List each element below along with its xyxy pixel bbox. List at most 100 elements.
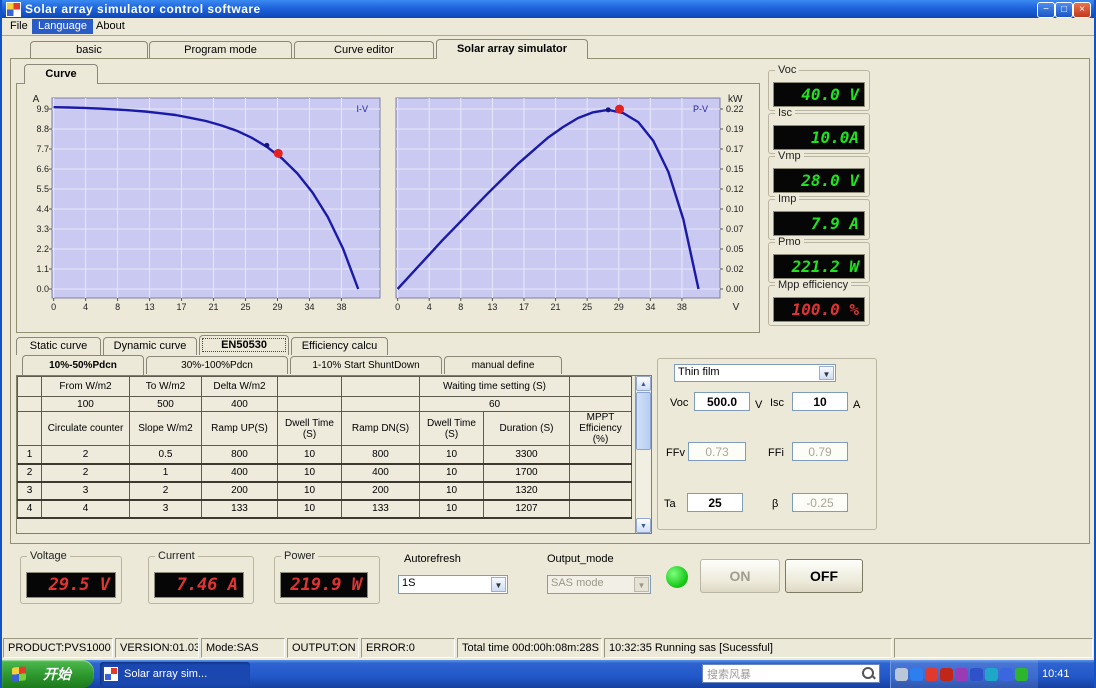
table-cell[interactable]: 10 bbox=[419, 445, 484, 465]
menu-language[interactable]: Language bbox=[32, 19, 93, 34]
close-button[interactable]: × bbox=[1073, 2, 1091, 18]
subtab-manual-define[interactable]: manual define bbox=[444, 356, 562, 374]
table-cell[interactable]: 400 bbox=[201, 396, 278, 412]
start-label: 开始 bbox=[43, 666, 71, 682]
row-index[interactable]: 2 bbox=[17, 463, 42, 483]
table-cell[interactable] bbox=[341, 396, 420, 412]
on-button[interactable]: ON bbox=[700, 559, 780, 593]
tab-solar-array-simulator[interactable]: Solar array simulator bbox=[436, 39, 588, 59]
ta-input[interactable] bbox=[687, 493, 743, 512]
menu-about[interactable]: About bbox=[90, 19, 131, 34]
pv-model-select[interactable]: Thin film ▼ bbox=[674, 364, 836, 382]
table-cell[interactable]: 10 bbox=[277, 499, 342, 519]
tab-static-curve[interactable]: Static curve bbox=[16, 337, 101, 355]
table-cell[interactable]: 400 bbox=[341, 463, 420, 483]
start-button[interactable]: 开始 bbox=[2, 660, 94, 688]
table-cell[interactable]: 800 bbox=[341, 445, 420, 465]
table-cell[interactable]: 10 bbox=[277, 463, 342, 483]
x-tick-label: 8 bbox=[458, 302, 463, 312]
table-cell[interactable]: 200 bbox=[341, 481, 420, 501]
tray-icon-5[interactable] bbox=[955, 667, 968, 681]
chevron-down-icon[interactable]: ▼ bbox=[491, 577, 506, 592]
table-cell[interactable]: 10 bbox=[419, 499, 484, 519]
table-cell[interactable]: 2 bbox=[41, 463, 130, 483]
table-row: Circulate counter Slope W/m2 Ramp UP(S) Dwe… bbox=[17, 411, 632, 446]
voc-input-label: Voc bbox=[670, 397, 689, 409]
scroll-up-arrow[interactable]: ▲ bbox=[636, 376, 651, 391]
table-cell[interactable] bbox=[569, 499, 632, 519]
y-tick-label: 0.10 bbox=[726, 204, 744, 214]
tray-icon-3[interactable] bbox=[925, 667, 938, 681]
table-cell[interactable]: 1320 bbox=[483, 481, 570, 501]
search-input[interactable] bbox=[702, 664, 880, 683]
menu-file[interactable]: File bbox=[4, 19, 34, 34]
table-cell[interactable]: 200 bbox=[201, 481, 278, 501]
minimize-button[interactable]: − bbox=[1037, 2, 1055, 18]
autorefresh-select[interactable]: 1S ▼ bbox=[398, 575, 508, 594]
subtab-30-100-pdcn[interactable]: 30%-100%Pdcn bbox=[146, 356, 288, 374]
table-cell[interactable]: 10 bbox=[419, 481, 484, 501]
tray-icon-8[interactable] bbox=[1000, 667, 1013, 681]
beta-input bbox=[792, 493, 848, 512]
table-cell[interactable]: 3300 bbox=[483, 445, 570, 465]
table-cell[interactable]: 60 bbox=[419, 396, 570, 412]
chevron-down-icon[interactable]: ▼ bbox=[819, 366, 834, 380]
table-cell[interactable]: 10 bbox=[277, 481, 342, 501]
taskbar-app-button[interactable]: Solar array sim... bbox=[100, 662, 250, 686]
table-cell[interactable]: 2 bbox=[41, 445, 130, 465]
subtab-10-50-pdcn[interactable]: 10%-50%Pdcn bbox=[22, 355, 144, 375]
tab-curve[interactable]: Curve bbox=[24, 64, 98, 84]
tab-en50530[interactable]: EN50530 bbox=[199, 335, 289, 355]
tab-program-mode[interactable]: Program mode bbox=[149, 41, 292, 59]
voc-input[interactable] bbox=[694, 392, 750, 411]
table-cell[interactable]: 10 bbox=[419, 463, 484, 483]
scrollbar-thumb[interactable] bbox=[636, 392, 651, 450]
tray-icon-2[interactable] bbox=[910, 667, 923, 681]
table-cell[interactable]: 0.5 bbox=[129, 445, 202, 465]
table-cell[interactable]: 2 bbox=[129, 481, 202, 501]
tray-icon-6[interactable] bbox=[970, 667, 983, 681]
isc-input[interactable] bbox=[792, 392, 848, 411]
search-icon[interactable] bbox=[860, 666, 876, 681]
tab-dynamic-curve[interactable]: Dynamic curve bbox=[103, 337, 197, 355]
table-cell[interactable] bbox=[277, 396, 342, 412]
tab-basic[interactable]: basic bbox=[30, 41, 148, 59]
row-index[interactable]: 3 bbox=[17, 481, 42, 501]
en50530-table: From W/m2 To W/m2 Delta W/m2 Waiting time s… bbox=[16, 375, 652, 534]
table-cell[interactable]: 800 bbox=[201, 445, 278, 465]
table-scrollbar[interactable]: ▲ ▼ bbox=[635, 376, 651, 533]
table-cell[interactable]: 400 bbox=[201, 463, 278, 483]
tray-icon-4[interactable] bbox=[940, 667, 953, 681]
row-index[interactable]: 1 bbox=[17, 445, 42, 465]
pmo-display: 221.2 W bbox=[773, 254, 865, 279]
table-cell[interactable] bbox=[17, 396, 42, 412]
table-cell[interactable]: 1700 bbox=[483, 463, 570, 483]
subtab-1-10-start-shuntdown[interactable]: 1-10% Start ShuntDown bbox=[290, 356, 442, 374]
table-cell[interactable]: 1207 bbox=[483, 499, 570, 519]
scroll-down-arrow[interactable]: ▼ bbox=[636, 518, 651, 533]
off-button[interactable]: OFF bbox=[785, 559, 863, 593]
tab-efficiency-calcu[interactable]: Efficiency calcu bbox=[291, 337, 388, 355]
table-cell[interactable]: 4 bbox=[41, 499, 130, 519]
row-index[interactable]: 4 bbox=[17, 499, 42, 519]
table-cell[interactable] bbox=[569, 481, 632, 501]
table-cell[interactable]: 3 bbox=[129, 499, 202, 519]
table-header-cell bbox=[277, 376, 342, 397]
titlebar[interactable]: Solar array simulator control software −… bbox=[2, 0, 1094, 18]
table-cell[interactable]: 133 bbox=[201, 499, 278, 519]
table-cell[interactable] bbox=[569, 463, 632, 483]
table-cell[interactable]: 100 bbox=[41, 396, 130, 412]
x-tick-label: 25 bbox=[582, 302, 592, 312]
maximize-button[interactable]: □ bbox=[1055, 2, 1073, 18]
tray-icon-9[interactable] bbox=[1015, 667, 1028, 681]
table-cell[interactable]: 1 bbox=[129, 463, 202, 483]
table-cell[interactable]: 500 bbox=[129, 396, 202, 412]
table-cell[interactable]: 133 bbox=[341, 499, 420, 519]
tray-icon-7[interactable] bbox=[985, 667, 998, 681]
table-cell[interactable]: 3 bbox=[41, 481, 130, 501]
table-cell[interactable]: 10 bbox=[277, 445, 342, 465]
tray-icon-1[interactable] bbox=[895, 667, 908, 681]
table-cell[interactable] bbox=[569, 396, 632, 412]
tab-curve-editor[interactable]: Curve editor bbox=[294, 41, 434, 59]
table-cell[interactable] bbox=[569, 445, 632, 465]
